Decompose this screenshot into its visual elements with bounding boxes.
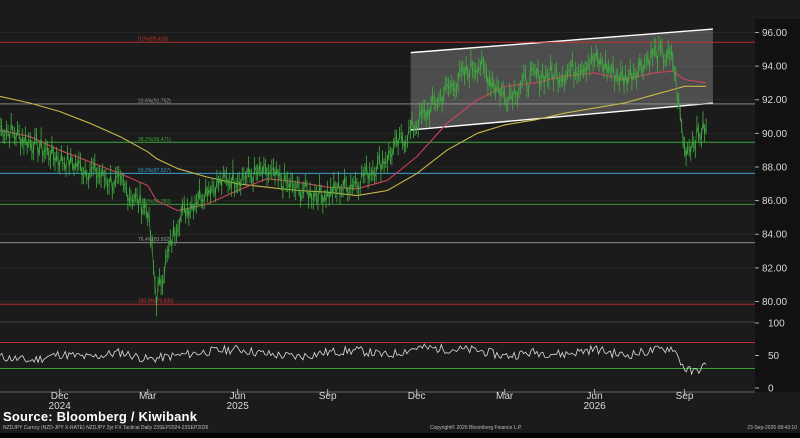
- footer-left: NZDJPY Curncy (NZD-JPY X-RATE) NZDJPY 3y…: [3, 425, 209, 431]
- x-tick-label-3: Sep: [319, 391, 337, 402]
- x-year-label-2: 2025: [227, 401, 250, 412]
- footer-timestamp: 23-Sep-2026 08:43:10: [747, 425, 797, 431]
- y-tick-label-7: 82.00: [762, 263, 787, 274]
- y-tick-label-3: 90.00: [762, 129, 787, 140]
- fib-label-1: 23.6%(91.752): [138, 98, 171, 104]
- x-tick-label-7: Sep: [676, 391, 694, 402]
- y-tick-label-0: 96.00: [762, 28, 787, 39]
- source-caption: Source: Bloomberg / Kiwibank: [3, 409, 198, 424]
- y-tick-label-2: 92.00: [762, 95, 787, 106]
- y-tick-label-8: 80.00: [762, 297, 787, 308]
- rsi-y-tick-label-0: 100: [768, 319, 785, 330]
- rsi-y-tick-label-2: 0: [768, 384, 774, 395]
- y-tick-label-1: 94.00: [762, 62, 787, 73]
- x-tick-label-1: Mar: [139, 391, 157, 402]
- fib-label-3: 50.0%(87.627): [138, 168, 171, 174]
- fib-label-2: 38.2%(89.471): [138, 137, 171, 143]
- price-chart: 0.0%(95.416) 23.6%(91.752) 38.2%(89.471) 50…: [0, 0, 800, 433]
- y-tick-label-4: 88.00: [762, 162, 787, 173]
- y-tick-label-5: 86.00: [762, 196, 787, 207]
- fib-label-5: 76.4%(83.502): [138, 237, 171, 243]
- x-tick-label-5: Mar: [496, 391, 514, 402]
- chart-stage: 0.0%(95.416) 23.6%(91.752) 38.2%(89.471) 50…: [0, 0, 800, 433]
- fib-label-0: 0.0%(95.416): [138, 37, 168, 43]
- x-tick-label-4: Dec: [408, 391, 426, 402]
- footer-copyright: Copyright© 2026 Bloomberg Finance L.P.: [430, 425, 522, 431]
- x-year-label-6: 2026: [583, 401, 606, 412]
- rsi-y-tick-label-1: 50: [768, 351, 780, 362]
- y-tick-label-6: 84.00: [762, 230, 787, 241]
